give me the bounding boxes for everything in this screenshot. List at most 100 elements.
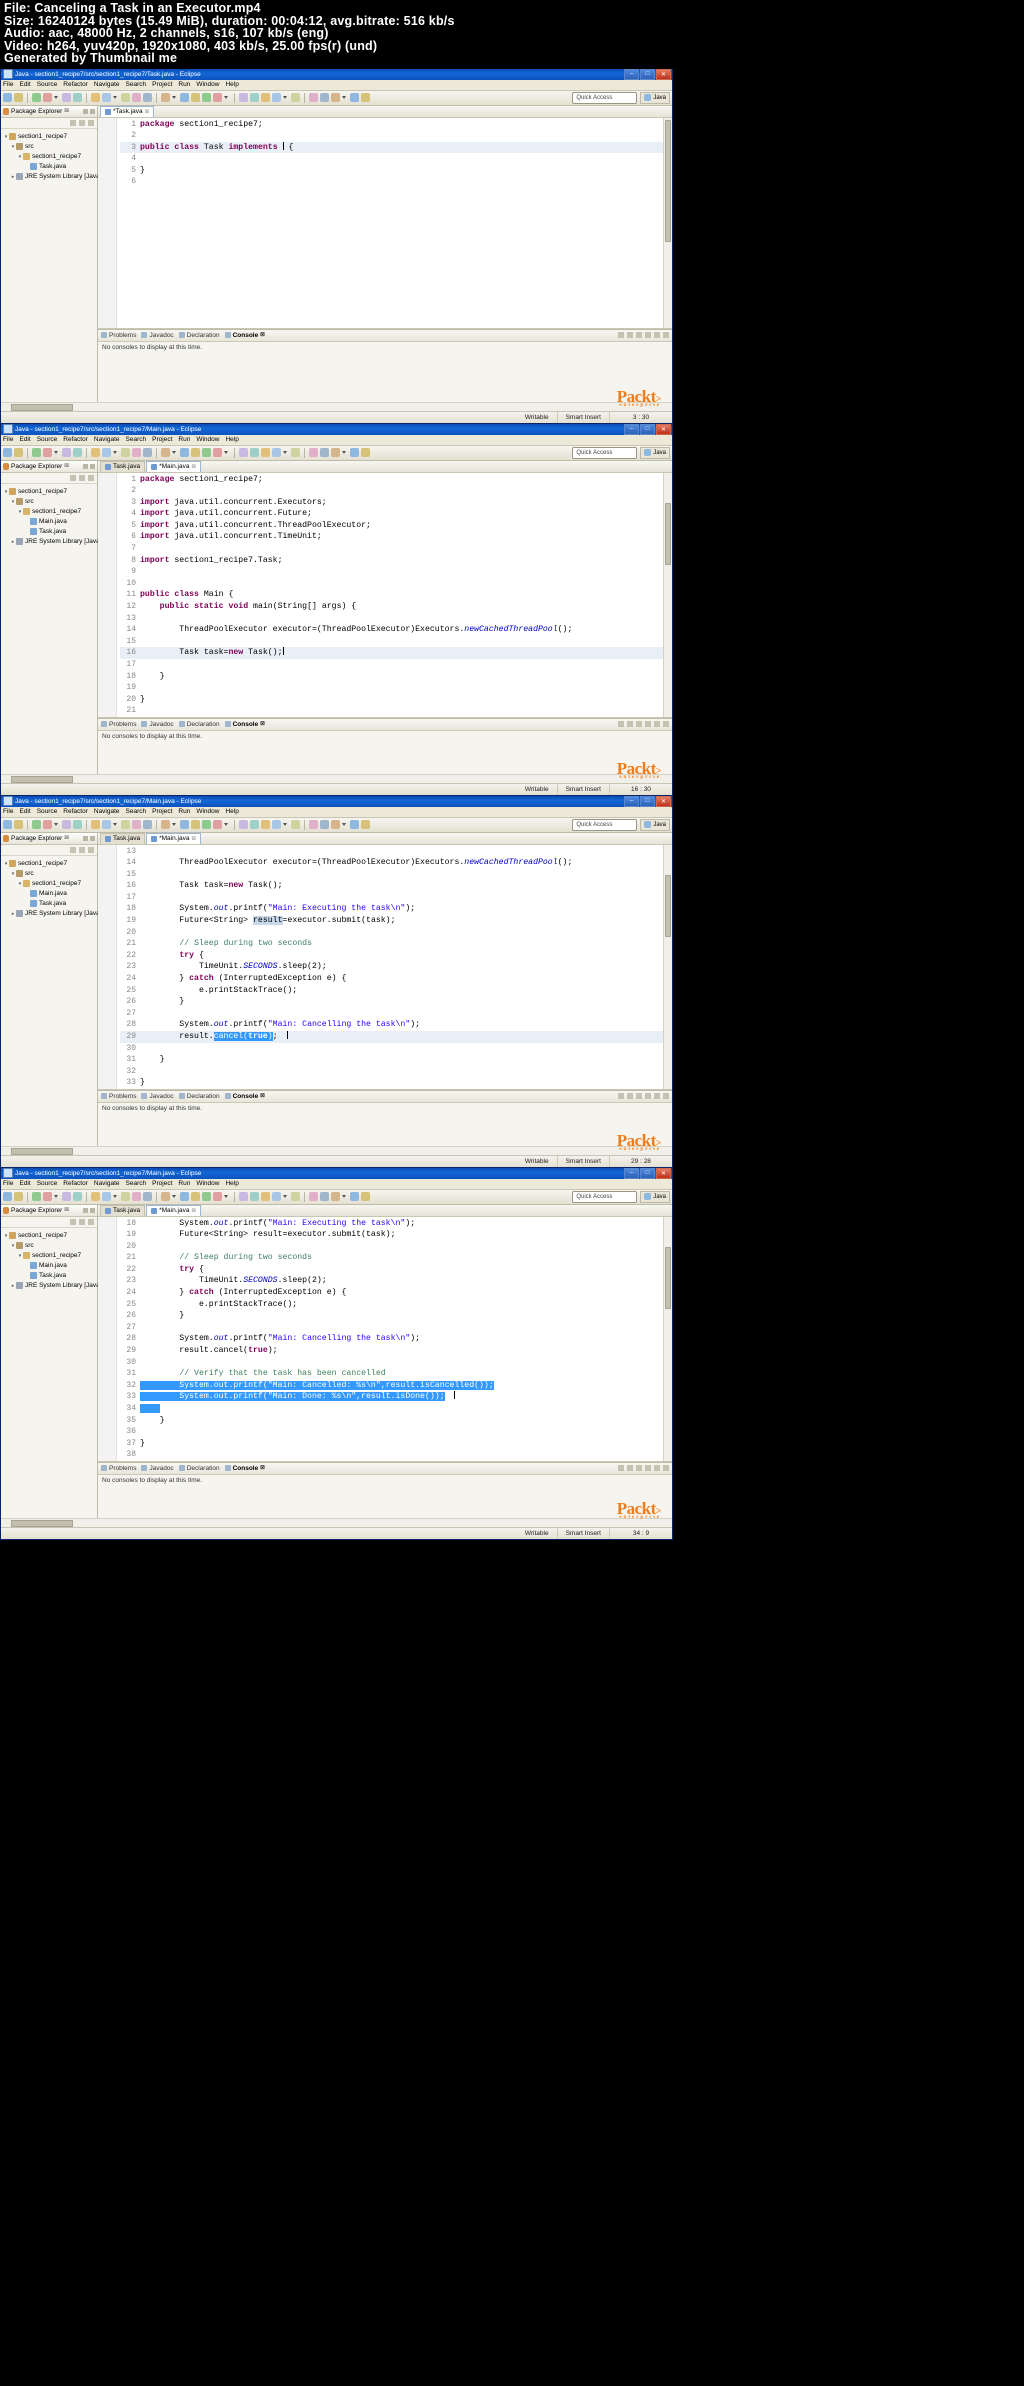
- menu-item-navigate[interactable]: Navigate: [94, 808, 120, 816]
- code-lines[interactable]: 18 System.out.printf("Main: Executing th…: [117, 1217, 663, 1461]
- toolbar-icon-13[interactable]: [191, 1192, 200, 1201]
- menu-item-help[interactable]: Help: [225, 436, 238, 444]
- toolbar-dropdown-arrow[interactable]: [172, 1195, 176, 1198]
- toolbar-icon-17[interactable]: [250, 93, 259, 102]
- line-content[interactable]: // Verify that the task has been cancell…: [140, 1368, 385, 1380]
- line-content[interactable]: result.cancel(true);: [140, 1031, 289, 1043]
- editor-tab[interactable]: Task.java: [100, 832, 146, 844]
- toolbar-icon-24[interactable]: [350, 93, 359, 102]
- toolbar-dropdown-arrow[interactable]: [172, 96, 176, 99]
- menu-item-file[interactable]: File: [3, 436, 13, 444]
- close-tab-icon[interactable]: ☒: [191, 464, 195, 470]
- maximize-view-icon[interactable]: [90, 463, 95, 469]
- tree-node[interactable]: ▾ src: [3, 497, 97, 507]
- clear-console-icon[interactable]: [618, 1093, 624, 1100]
- menu-item-source[interactable]: Source: [37, 81, 58, 89]
- code-line[interactable]: 34: [120, 1403, 663, 1415]
- code-line[interactable]: 15: [120, 869, 663, 881]
- toolbar-icon-1[interactable]: [14, 448, 23, 457]
- toolbar-icon-24[interactable]: [350, 820, 359, 829]
- editor-gutter[interactable]: [98, 117, 117, 328]
- collapse-all-icon[interactable]: [70, 119, 76, 126]
- code-line[interactable]: 20: [120, 927, 663, 939]
- toolbar-dropdown-arrow[interactable]: [172, 823, 176, 826]
- console-tab-declaration[interactable]: Declaration: [178, 721, 220, 728]
- menu-item-search[interactable]: Search: [126, 81, 147, 89]
- console-tab-console[interactable]: Console ☒: [224, 1465, 265, 1472]
- menu-item-window[interactable]: Window: [196, 808, 219, 816]
- code-editor[interactable]: 18 System.out.printf("Main: Executing th…: [98, 1216, 672, 1462]
- close-button[interactable]: ✕: [656, 423, 671, 435]
- clear-console-icon[interactable]: [618, 721, 624, 728]
- close-console-icon[interactable]: ☒: [260, 721, 264, 727]
- code-line[interactable]: 15: [120, 636, 663, 648]
- line-content[interactable]: // Sleep during two seconds: [140, 938, 312, 950]
- code-line[interactable]: 22 try {: [120, 1264, 663, 1276]
- toolbar-icon-4[interactable]: [62, 820, 71, 829]
- toolbar-icon-11[interactable]: [161, 820, 170, 829]
- toolbar-icon-3[interactable]: [43, 820, 52, 829]
- toolbar-icon-17[interactable]: [250, 820, 259, 829]
- link-with-editor-icon[interactable]: [79, 846, 85, 853]
- toolbar-icon-18[interactable]: [261, 448, 270, 457]
- quick-access-input[interactable]: Quick Access: [572, 446, 638, 459]
- close-console-icon[interactable]: ☒: [260, 1093, 264, 1099]
- line-content[interactable]: }: [140, 694, 145, 706]
- code-line[interactable]: 13: [120, 846, 663, 858]
- toolbar-icon-4[interactable]: [62, 1192, 71, 1201]
- toolbar-icon-9[interactable]: [132, 448, 141, 457]
- view-min-max-controls[interactable]: [83, 108, 97, 114]
- menu-item-source[interactable]: Source: [37, 808, 58, 816]
- menu-item-refactor[interactable]: Refactor: [63, 1180, 88, 1188]
- menu-item-edit[interactable]: Edit: [19, 436, 30, 444]
- line-content[interactable]: public static void main(String[] args) {: [140, 601, 357, 613]
- code-line[interactable]: 18 }: [120, 671, 663, 683]
- toolbar-icon-25[interactable]: [361, 93, 370, 102]
- toolbar-dropdown-arrow[interactable]: [342, 451, 346, 454]
- scrollbar-thumb[interactable]: [665, 1246, 671, 1309]
- toolbar-icon-21[interactable]: [309, 93, 318, 102]
- toolbar-icon-11[interactable]: [161, 93, 170, 102]
- code-line[interactable]: 30: [120, 1043, 663, 1055]
- editor-vertical-scrollbar[interactable]: [663, 844, 672, 1089]
- toolbar-icon-21[interactable]: [309, 448, 318, 457]
- line-content[interactable]: Task task=new Task();: [140, 880, 282, 892]
- console-toolbar[interactable]: [618, 1465, 672, 1472]
- toolbar-icon-6[interactable]: [91, 448, 100, 457]
- toolbar-icon-5[interactable]: [73, 93, 82, 102]
- tree-node[interactable]: Main.java: [3, 517, 97, 527]
- line-content[interactable]: } catch (InterruptedException e) {: [140, 1287, 346, 1299]
- toolbar-icon-21[interactable]: [309, 820, 318, 829]
- menu-item-run[interactable]: Run: [178, 436, 190, 444]
- tree-node[interactable]: ▾ section1_recipe7: [3, 152, 97, 162]
- code-line[interactable]: 37}: [120, 1438, 663, 1450]
- console-tab-declaration[interactable]: Declaration: [178, 332, 220, 339]
- toolbar-icon-22[interactable]: [320, 820, 329, 829]
- horizontal-scrollbar[interactable]: [1, 773, 672, 783]
- code-line[interactable]: 32: [120, 1066, 663, 1078]
- toolbar-icon-1[interactable]: [14, 93, 23, 102]
- pin-console-icon[interactable]: [636, 1465, 642, 1472]
- toolbar-icon-19[interactable]: [272, 1192, 281, 1201]
- console-tabbar[interactable]: Problems Javadoc Declaration Console ☒: [98, 329, 672, 342]
- toolbar-icon-10[interactable]: [143, 820, 152, 829]
- code-line[interactable]: 21 // Sleep during two seconds: [120, 1252, 663, 1264]
- scroll-lock-icon[interactable]: [627, 721, 633, 728]
- toolbar-icon-14[interactable]: [202, 448, 211, 457]
- console-tabbar[interactable]: Problems Javadoc Declaration Console ☒: [98, 1090, 672, 1103]
- tree-node[interactable]: ▾ src: [3, 142, 97, 152]
- hscrollbar-thumb[interactable]: [11, 1147, 73, 1155]
- code-line[interactable]: 29 result.cancel(true);: [120, 1345, 663, 1357]
- code-line[interactable]: 30: [120, 1357, 663, 1369]
- maximize-button[interactable]: □: [640, 1167, 655, 1179]
- toolbar-dropdown-arrow[interactable]: [224, 96, 228, 99]
- code-line[interactable]: 6 import java.util.concurrent.TimeUnit;: [120, 531, 663, 543]
- minimize-console-icon[interactable]: [654, 1465, 660, 1472]
- minimize-console-icon[interactable]: [654, 1093, 660, 1100]
- editor-gutter[interactable]: [98, 472, 117, 717]
- minimize-console-icon[interactable]: [654, 721, 660, 728]
- view-menu-icon[interactable]: [88, 1218, 94, 1225]
- toolbar-icon-8[interactable]: [121, 448, 130, 457]
- line-content[interactable]: ThreadPoolExecutor executor=(ThreadPoolE…: [140, 857, 572, 869]
- menu-item-navigate[interactable]: Navigate: [94, 81, 120, 89]
